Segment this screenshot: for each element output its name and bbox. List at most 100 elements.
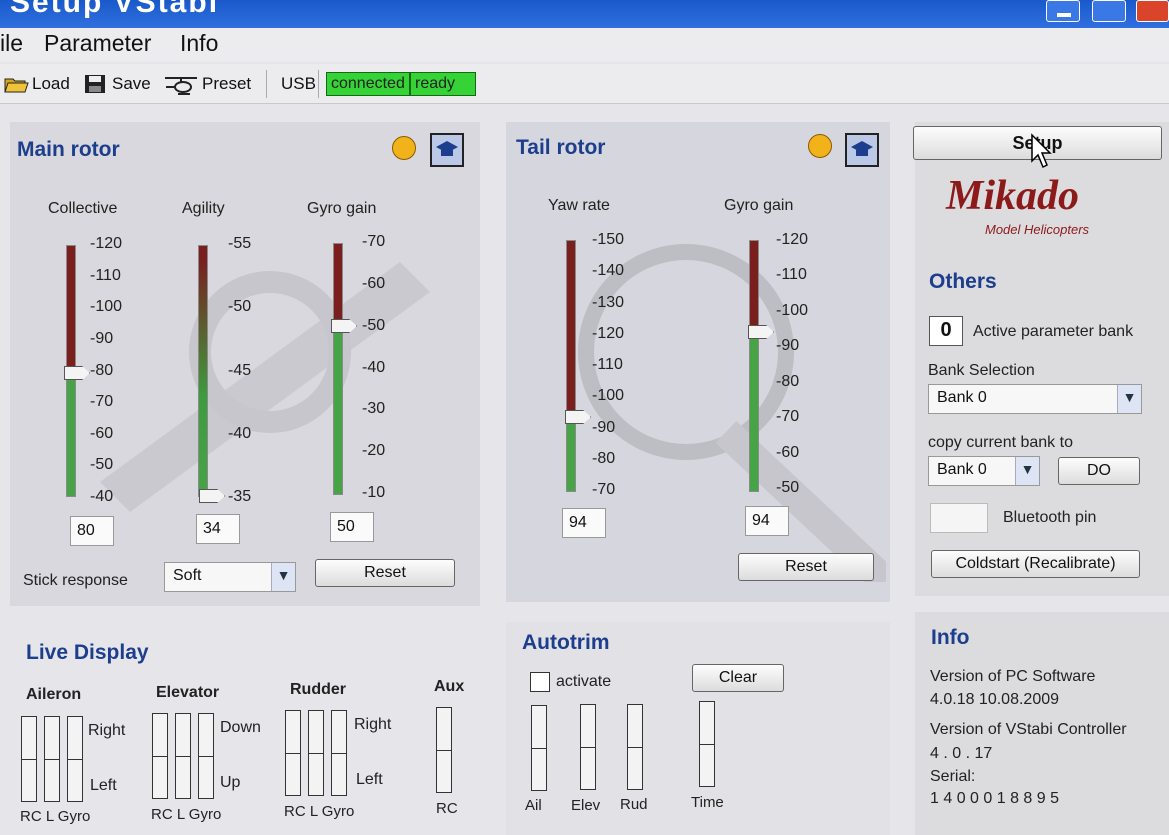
collective-tick-label: -100 — [90, 298, 123, 316]
tail-gyro-slider-track[interactable] — [749, 240, 759, 492]
yaw-rate-value[interactable]: 94 — [562, 508, 606, 538]
agility-tick-label: -35 — [228, 488, 252, 505]
yaw-rate-label: Yaw rate — [548, 197, 610, 214]
collective-tick-label: -80 — [90, 361, 114, 379]
aileron-l-bar — [44, 716, 60, 802]
save-button[interactable]: Save — [84, 74, 151, 94]
menu-parameter[interactable]: Parameter — [44, 30, 151, 57]
tail-gyro-value[interactable]: 94 — [745, 506, 789, 536]
preset-button[interactable]: Preset — [164, 74, 252, 95]
main-gyro-tick-label: -30 — [362, 400, 386, 418]
tail-gyro-tick-label: -100 — [776, 301, 809, 319]
bank-selection-select[interactable]: Bank 0 ▼ — [928, 384, 1142, 414]
tail-rotor-title: Tail rotor — [516, 136, 606, 159]
agility-label: Agility — [182, 200, 225, 217]
menu-info[interactable]: Info — [180, 30, 218, 57]
rudder-gyro-bar — [331, 710, 347, 796]
connection-status: connected — [326, 72, 410, 96]
tail-gyro-tick-label: -80 — [776, 372, 800, 390]
tail-gyro-tick-label: -50 — [776, 479, 800, 496]
load-button[interactable]: Load — [4, 74, 70, 94]
floppy-disk-icon — [84, 74, 108, 94]
autotrim-clear-button[interactable]: Clear — [692, 664, 784, 692]
ail-label: Ail — [525, 797, 542, 814]
aileron-axis-label: RC L Gyro — [20, 808, 91, 825]
collective-tick-label: -90 — [90, 329, 114, 347]
smiley-icon — [392, 136, 416, 160]
main-rotor-title: Main rotor — [17, 138, 120, 161]
bluetooth-pin-field[interactable] — [930, 503, 988, 533]
main-gyro-value[interactable]: 50 — [330, 512, 374, 542]
mouse-cursor-icon — [1031, 133, 1052, 169]
main-rotor-reset-button[interactable]: Reset — [315, 559, 455, 587]
menu-bar: ile Parameter Info — [0, 28, 1169, 62]
rudder-right-label: Right — [354, 716, 392, 733]
collective-value[interactable]: 80 — [70, 516, 114, 546]
main-gyro-slider-track[interactable] — [333, 243, 343, 495]
title-bar: Setup VStabi — [0, 0, 1169, 28]
serial-value: 1 4 0 0 0 1 8 8 9 5 — [930, 790, 1059, 807]
ready-status: ready — [410, 72, 476, 96]
main-gyro-tick-label: -70 — [362, 233, 386, 250]
activate-checkbox[interactable] — [530, 672, 550, 692]
load-label: Load — [32, 74, 70, 93]
copy-bank-select[interactable]: Bank 0 ▼ — [928, 456, 1040, 486]
bank-selection-value: Bank 0 — [937, 389, 987, 406]
elevator-label: Elevator — [156, 684, 220, 701]
yaw-rate-tick-label: -150 — [592, 231, 625, 248]
agility-tick-label: -40 — [228, 424, 252, 442]
stick-response-select[interactable]: Soft ▼ — [164, 562, 296, 592]
yaw-rate-tick-label: -110 — [592, 356, 623, 373]
collective-label: Collective — [48, 200, 118, 217]
collective-tick-label: -60 — [90, 424, 114, 442]
yaw-rate-slider-track[interactable] — [566, 240, 576, 492]
aux-bar — [436, 707, 452, 793]
main-gyro-tick-label: -50 — [362, 316, 386, 334]
live-display-title: Live Display — [26, 641, 149, 664]
stick-response-value: Soft — [173, 567, 202, 584]
menu-file[interactable]: ile — [0, 30, 23, 57]
elevator-gyro-bar — [198, 713, 214, 799]
preset-label: Preset — [202, 74, 252, 93]
tail-gyro-tick-label: -70 — [776, 408, 800, 426]
bank-selection-label: Bank Selection — [928, 362, 1035, 379]
folder-open-icon — [4, 74, 29, 94]
maximize-button[interactable] — [1092, 0, 1126, 22]
yaw-rate-tick-label: -70 — [592, 481, 616, 498]
main-gyro-tick-label: -60 — [362, 274, 386, 292]
toolbar-separator — [266, 70, 267, 98]
others-title: Others — [929, 270, 997, 293]
activate-label: activate — [556, 673, 612, 690]
stick-response-label: Stick response — [23, 572, 128, 589]
graduation-cap-icon — [851, 141, 873, 156]
do-button[interactable]: DO — [1058, 457, 1140, 485]
serial-label: Serial: — [930, 768, 976, 785]
rud-bar — [627, 704, 643, 790]
aileron-right-label: Right — [88, 722, 126, 739]
elevator-down-label: Down — [220, 719, 261, 736]
smiley-icon — [808, 134, 832, 158]
main-gyro-tick-label: -20 — [362, 442, 386, 460]
tail-rotor-reset-button[interactable]: Reset — [738, 553, 874, 581]
graduation-cap-icon — [436, 141, 458, 156]
aileron-label: Aileron — [26, 686, 82, 703]
close-button[interactable] — [1136, 0, 1169, 22]
expert-mode-button[interactable] — [430, 133, 464, 167]
aux-label: Aux — [434, 678, 465, 695]
rudder-left-label: Left — [356, 771, 383, 788]
agility-value[interactable]: 34 — [196, 514, 240, 544]
coldstart-button[interactable]: Coldstart (Recalibrate) — [931, 550, 1140, 578]
aux-rc-label: RC — [436, 800, 458, 817]
ail-bar — [531, 705, 547, 791]
tail-gyro-gain-label: Gyro gain — [724, 197, 794, 214]
minimize-button[interactable] — [1046, 0, 1080, 22]
expert-mode-button[interactable] — [845, 133, 879, 167]
rudder-l-bar — [308, 710, 324, 796]
tail-gyro-tick-label: -110 — [776, 266, 807, 284]
agility-slider-track[interactable] — [198, 245, 208, 497]
controller-version-label: Version of VStabi Controller — [930, 721, 1127, 738]
chevron-down-icon: ▼ — [271, 563, 295, 591]
elevator-l-bar — [175, 713, 191, 799]
yaw-rate-tick-label: -130 — [592, 293, 625, 311]
collective-tick-label: -40 — [90, 488, 114, 505]
